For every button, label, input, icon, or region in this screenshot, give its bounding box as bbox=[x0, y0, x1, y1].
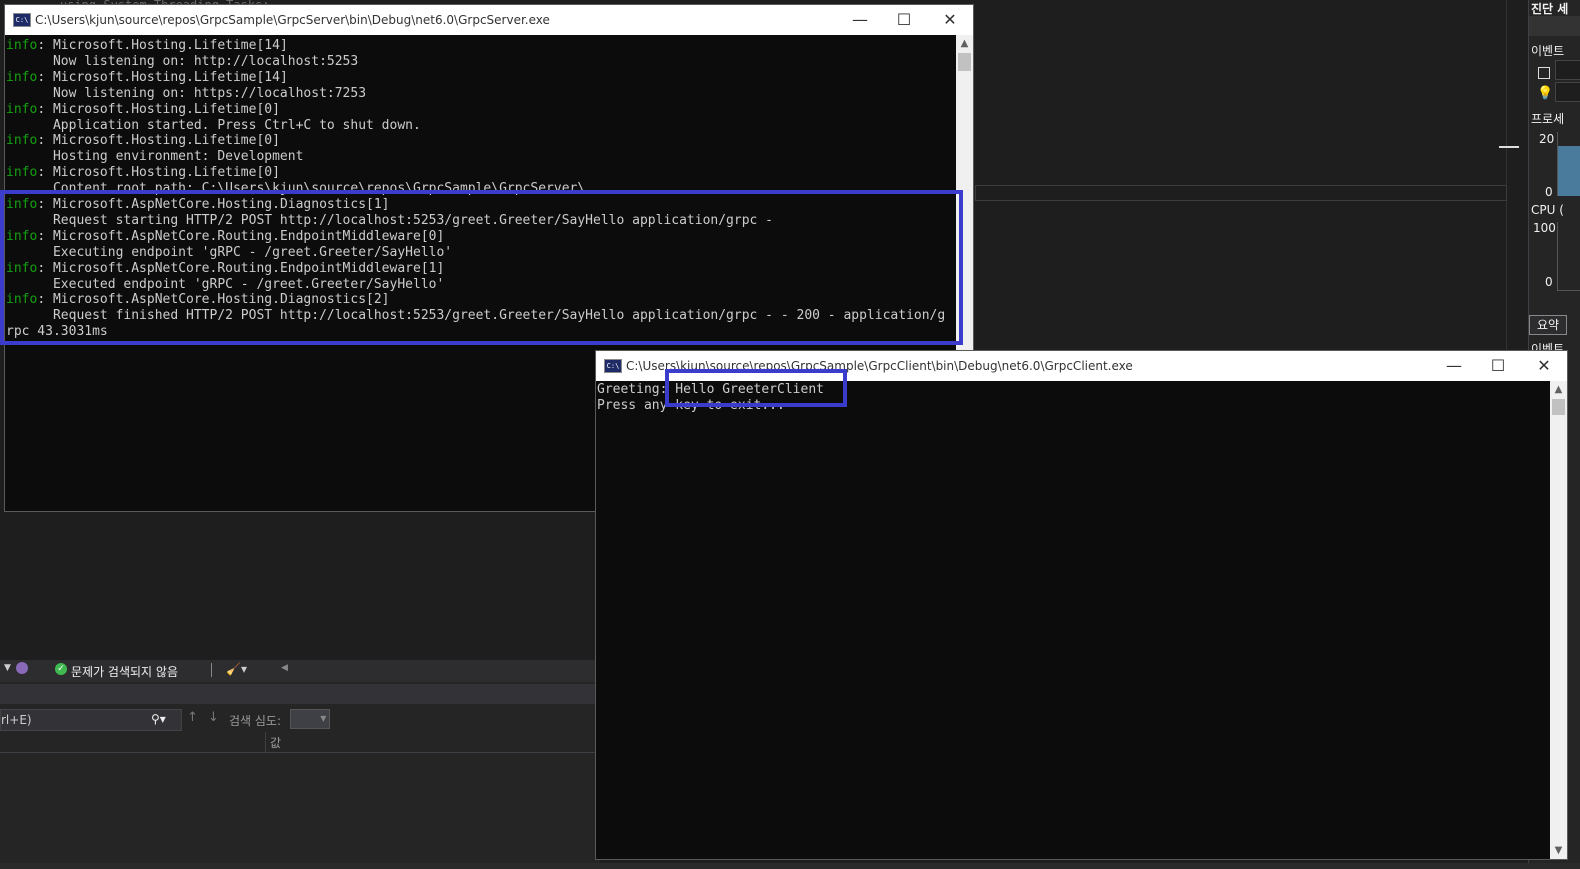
server-window-title: C:\Users\kjun\source\repos\GrpcSample\Gr… bbox=[35, 13, 550, 27]
console-line: Hosting environment: Development bbox=[6, 149, 303, 165]
scroll-thumb[interactable] bbox=[1552, 399, 1565, 415]
panel-header-band bbox=[0, 684, 600, 704]
editor-scrollbar[interactable] bbox=[1499, 0, 1521, 350]
search-down-arrow-icon[interactable]: ↓ bbox=[208, 710, 219, 725]
locals-column-header: 값 bbox=[0, 732, 600, 753]
lightbulb-icon[interactable]: 💡 bbox=[1537, 86, 1553, 101]
close-button[interactable]: ✕ bbox=[1521, 351, 1567, 381]
search-depth-label: 검색 심도: bbox=[229, 714, 282, 728]
log-message: Application started. Press Ctrl+C to shu… bbox=[6, 117, 421, 133]
cpu-axis-max: 100 bbox=[1533, 221, 1556, 235]
scroll-left-icon[interactable]: ◀ bbox=[281, 663, 288, 673]
cleanup-broom-icon[interactable]: 🧹▾ bbox=[226, 662, 247, 676]
log-level-label: info bbox=[6, 165, 38, 181]
client-console-window[interactable]: C:\ C:\Users\kjun\source\repos\GrpcSampl… bbox=[595, 350, 1568, 860]
client-scrollbar[interactable]: ▲ ▼ bbox=[1550, 381, 1567, 859]
error-list-toolbar: ▼ ✓ 문제가 검색되지 않음 🧹▾ ◀ bbox=[0, 660, 600, 682]
cpu-graph bbox=[1557, 222, 1580, 291]
console-line: info: Microsoft.Hosting.Lifetime[0] bbox=[6, 102, 280, 118]
log-message: : Microsoft.Hosting.Lifetime[0] bbox=[37, 101, 280, 117]
search-depth-select[interactable]: ▼ bbox=[290, 709, 330, 729]
scroll-down-icon[interactable]: ▼ bbox=[1550, 842, 1567, 859]
minimize-button[interactable]: — bbox=[1431, 351, 1477, 381]
greeting-highlight bbox=[665, 369, 847, 407]
log-message: : Microsoft.Hosting.Lifetime[0] bbox=[37, 133, 280, 149]
memory-axis-min: 0 bbox=[1545, 185, 1553, 199]
log-message: : Microsoft.Hosting.Lifetime[14] bbox=[37, 69, 288, 85]
memory-graph bbox=[1557, 132, 1580, 196]
search-input[interactable]: rl+E) ⚲▾ bbox=[0, 709, 182, 731]
log-level-label: info bbox=[6, 69, 38, 85]
log-message: : Microsoft.Hosting.Lifetime[14] bbox=[37, 38, 288, 53]
diagnostics-title: 진단 세 bbox=[1531, 2, 1569, 16]
search-up-arrow-icon[interactable]: ↑ bbox=[187, 710, 198, 725]
copilot-icon[interactable] bbox=[16, 662, 28, 674]
log-level-label: info bbox=[6, 38, 38, 53]
dropdown-arrow-icon[interactable]: ▼ bbox=[4, 663, 11, 673]
editor-divider bbox=[975, 185, 1507, 201]
scroll-thumb[interactable] bbox=[958, 53, 971, 71]
console-app-icon: C:\ bbox=[604, 359, 622, 373]
check-circle-icon: ✓ bbox=[55, 663, 67, 675]
value-column-header[interactable]: 값 bbox=[270, 734, 281, 751]
console-line: info: Microsoft.Hosting.Lifetime[0] bbox=[6, 165, 280, 181]
process-memory-header[interactable]: 프로세 bbox=[1531, 110, 1564, 127]
columns-icon[interactable] bbox=[1538, 67, 1550, 79]
maximize-button[interactable]: ☐ bbox=[881, 5, 927, 35]
memory-axis-max: 20 bbox=[1539, 132, 1555, 146]
cpu-axis-min: 0 bbox=[1545, 275, 1553, 289]
maximize-button[interactable]: ☐ bbox=[1475, 351, 1521, 381]
console-line: info: Microsoft.Hosting.Lifetime[0] bbox=[6, 133, 280, 149]
minimize-button[interactable]: — bbox=[837, 5, 883, 35]
summary-tab[interactable]: 요약 bbox=[1529, 315, 1567, 335]
no-issues-label: 문제가 검색되지 않음 bbox=[71, 665, 178, 679]
console-line: info: Microsoft.Hosting.Lifetime[14] bbox=[6, 38, 288, 54]
scroll-up-icon[interactable]: ▲ bbox=[956, 35, 973, 52]
console-line: Now listening on: http://localhost:5253 bbox=[6, 54, 358, 70]
server-titlebar[interactable]: C:\ C:\Users\kjun\source\repos\GrpcSampl… bbox=[5, 5, 973, 35]
console-line: Application started. Press Ctrl+C to shu… bbox=[6, 118, 421, 134]
server-request-highlight bbox=[0, 190, 963, 345]
status-bar bbox=[0, 863, 1580, 869]
search-placeholder: rl+E) bbox=[1, 713, 32, 727]
client-console-output: Greeting: Hello GreeterClient Press any k… bbox=[596, 381, 1549, 859]
cpu-header[interactable]: CPU ( bbox=[1531, 203, 1564, 217]
log-message: Now listening on: http://localhost:5253 bbox=[6, 53, 359, 69]
log-message: Hosting environment: Development bbox=[6, 149, 304, 165]
log-message: : Microsoft.Hosting.Lifetime[0] bbox=[37, 165, 280, 181]
console-app-icon: C:\ bbox=[13, 13, 31, 27]
scroll-up-icon[interactable]: ▲ bbox=[1550, 381, 1567, 398]
log-message: Now listening on: https://localhost:7253 bbox=[6, 85, 367, 101]
close-button[interactable]: ✕ bbox=[927, 5, 973, 35]
log-level-label: info bbox=[6, 133, 38, 149]
events-header[interactable]: 이벤트 bbox=[1531, 42, 1564, 59]
console-line: info: Microsoft.Hosting.Lifetime[14] bbox=[6, 70, 288, 86]
log-level-label: info bbox=[6, 101, 38, 117]
search-icon[interactable]: ⚲▾ bbox=[151, 712, 166, 726]
console-line: Now listening on: https://localhost:7253 bbox=[6, 86, 366, 102]
